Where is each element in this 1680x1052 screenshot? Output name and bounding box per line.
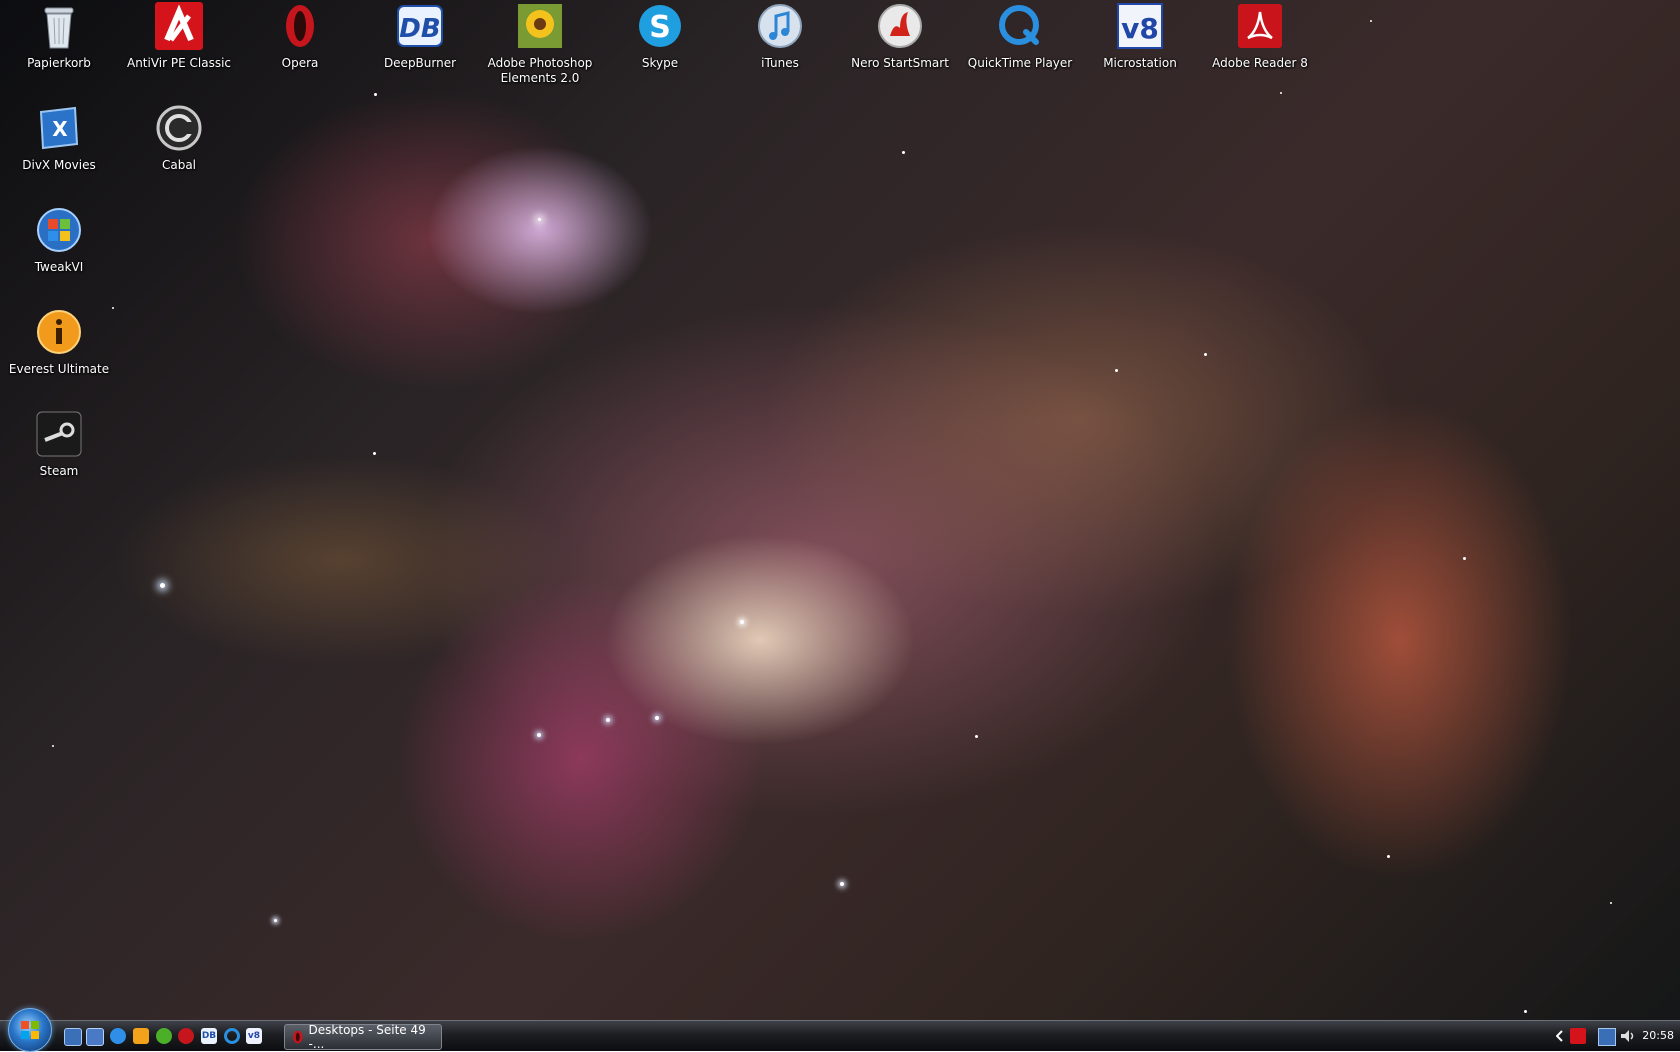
deepburner-quicklaunch-icon[interactable]: DB	[201, 1028, 217, 1044]
steam-icon	[35, 410, 83, 458]
star	[840, 882, 844, 886]
desktop-icon-label: QuickTime Player	[967, 56, 1073, 70]
star	[1280, 92, 1282, 94]
antivir-tray-icon[interactable]	[1570, 1028, 1586, 1044]
photoshop-elements-icon	[516, 2, 564, 50]
xbox-app-icon[interactable]	[156, 1028, 172, 1044]
desktop-icon-quicktime[interactable]: QuickTime Player	[966, 2, 1074, 71]
svg-text:X: X	[52, 117, 68, 141]
desktop-icon-label: Papierkorb	[27, 56, 91, 70]
desktop-icon-label: Opera	[281, 56, 319, 70]
desktop-icon-cabal[interactable]: Cabal	[125, 104, 233, 173]
star	[538, 218, 541, 221]
desktop-icon-label: Adobe Photoshop Elements 2.0	[487, 56, 593, 85]
svg-text:DB: DB	[399, 14, 440, 44]
desktop-icon-opera[interactable]: Opera	[246, 2, 354, 71]
star	[1115, 369, 1118, 372]
desktop-icon-label: Steam	[39, 464, 79, 478]
desktop-icon-deepburner[interactable]: DB DeepBurner	[366, 2, 474, 71]
opera-icon	[276, 2, 324, 50]
desktop-icon-label: iTunes	[761, 56, 799, 70]
desktop-icon-label: DivX Movies	[22, 158, 96, 172]
desktop-icon-label: Everest Ultimate	[8, 362, 110, 376]
desktop-icon-nero[interactable]: Nero StartSmart	[846, 2, 954, 71]
star	[373, 452, 376, 455]
internet-explorer-icon[interactable]	[110, 1028, 126, 1044]
star	[374, 93, 377, 96]
star	[740, 620, 744, 624]
desktop-icon-tweakvi[interactable]: TweakVI	[5, 206, 113, 275]
star	[52, 745, 54, 747]
desktop-icon-label: Microstation	[1103, 56, 1177, 70]
adobe-reader-icon	[1236, 2, 1284, 50]
star	[1370, 20, 1372, 22]
svg-text:S: S	[649, 10, 671, 45]
clock[interactable]: 20:58	[1642, 1029, 1674, 1042]
microstation-icon: v8	[1116, 2, 1164, 50]
start-button[interactable]	[8, 1008, 52, 1052]
recycle-bin-icon	[35, 2, 83, 50]
skype-icon: S	[636, 2, 684, 50]
tweakvi-icon	[35, 206, 83, 254]
media-player-icon[interactable]	[133, 1028, 149, 1044]
desktop-wallpaper: Papierkorb AntiVir PE Classic Opera DB D…	[0, 0, 1680, 1050]
switch-windows-icon[interactable]	[86, 1028, 104, 1046]
network-icon[interactable]	[1598, 1028, 1616, 1046]
nero-icon	[876, 2, 924, 50]
star	[902, 151, 905, 154]
desktop-icon-everest[interactable]: Everest Ultimate	[5, 308, 113, 377]
desktop-icon-label: DeepBurner	[383, 56, 457, 70]
desktop-icon-photoshop-elements[interactable]: Adobe Photoshop Elements 2.0	[486, 2, 594, 86]
star	[1463, 557, 1466, 560]
desktop-icon-label: Nero StartSmart	[851, 56, 949, 70]
desktop-icon-label: TweakVI	[34, 260, 84, 274]
desktop-icon-antivir[interactable]: AntiVir PE Classic	[125, 2, 233, 71]
star	[606, 718, 610, 722]
star	[160, 583, 165, 588]
desktop-icon-divx[interactable]: X DivX Movies	[5, 104, 113, 173]
everest-icon	[35, 308, 83, 356]
desktop-icon-label: AntiVir PE Classic	[126, 56, 231, 70]
divx-icon: X	[35, 104, 83, 152]
desktop-icon-label: Adobe Reader 8	[1212, 56, 1308, 70]
star	[537, 733, 541, 737]
desktop-icon-itunes[interactable]: iTunes	[726, 2, 834, 71]
star	[274, 919, 277, 922]
desktop-icon-label: Skype	[641, 56, 679, 70]
system-tray: 20:58	[1550, 1021, 1680, 1051]
chevron-left-icon[interactable]	[1556, 1030, 1564, 1042]
microstation-quicklaunch-icon[interactable]: v8	[246, 1028, 262, 1044]
cabal-icon	[155, 104, 203, 152]
antivir-icon	[155, 2, 203, 50]
star	[975, 735, 978, 738]
desktop-icon-skype[interactable]: S Skype	[606, 2, 714, 71]
desktop-icon-recycle-bin[interactable]: Papierkorb	[5, 2, 113, 71]
star	[1610, 902, 1612, 904]
svg-text:v8: v8	[1121, 12, 1159, 45]
windows-logo-icon	[21, 1021, 39, 1039]
quicktime-quicklaunch-icon[interactable]	[224, 1028, 240, 1044]
opera-quicklaunch-icon[interactable]	[178, 1028, 194, 1044]
opera-icon	[292, 1030, 303, 1044]
desktop-icon-microstation[interactable]: v8 Microstation	[1086, 2, 1194, 71]
desktop-icon-adobe-reader[interactable]: Adobe Reader 8	[1206, 2, 1314, 71]
deepburner-icon: DB	[396, 2, 444, 50]
desktop-icon-label: Cabal	[161, 158, 197, 172]
taskbar-window-button[interactable]: Desktops - Seite 49 -...	[284, 1023, 442, 1051]
star	[1387, 855, 1390, 858]
taskbar: DB v8 Desktops - Seite 49 -... 20:58	[0, 1008, 1680, 1052]
star	[655, 716, 659, 720]
desktop-icon-steam[interactable]: Steam	[5, 410, 113, 479]
star	[1204, 353, 1207, 356]
quicktime-icon	[996, 2, 1044, 50]
star	[1524, 1010, 1527, 1013]
itunes-icon	[756, 2, 804, 50]
volume-icon[interactable]	[1620, 1029, 1636, 1043]
show-desktop-icon[interactable]	[64, 1028, 82, 1046]
taskbar-window-title: Desktops - Seite 49 -...	[308, 1023, 426, 1051]
